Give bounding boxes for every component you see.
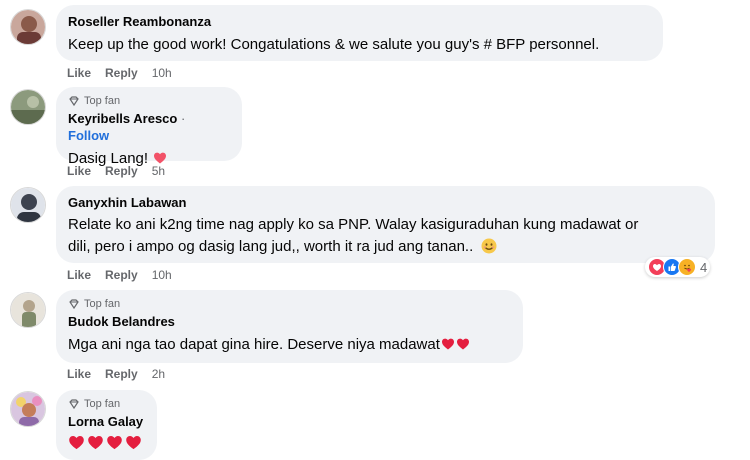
comment-bubble: Top fan Budok Belandres Mga ani nga tao …: [56, 290, 523, 363]
comment-bubble: Ganyxhin Labawan Relate ko ani k2ng time…: [56, 186, 715, 263]
red-heart-icon: [69, 435, 84, 450]
care-icon: [678, 258, 696, 276]
reply-button[interactable]: Reply: [105, 66, 138, 80]
reaction-count: 4: [700, 259, 708, 275]
avatar[interactable]: [10, 187, 46, 223]
red-heart-icon: [88, 435, 103, 450]
author-name[interactable]: Lorna Galay: [68, 414, 143, 429]
avatar[interactable]: [10, 391, 46, 427]
red-heart-icon: [107, 435, 122, 450]
comment-text: [68, 434, 145, 456]
comment-bubble: Top fan Lorna Galay: [56, 390, 157, 460]
timestamp[interactable]: 2h: [152, 367, 165, 381]
separator: ·: [180, 111, 186, 126]
pink-heart-icon: [154, 152, 167, 164]
like-button[interactable]: Like: [67, 268, 91, 282]
red-heart-icon: [456, 338, 469, 350]
timestamp[interactable]: 5h: [152, 164, 165, 178]
like-button[interactable]: Like: [67, 164, 91, 178]
follow-button[interactable]: Follow: [68, 128, 109, 143]
top-fan-badge: Top fan: [68, 298, 511, 310]
author-name[interactable]: Roseller Reambonanza: [68, 14, 211, 29]
diamond-icon: [69, 399, 79, 410]
diamond-icon: [69, 299, 79, 310]
like-button[interactable]: Like: [67, 367, 91, 381]
comment-bubble: Roseller Reambonanza Keep up the good wo…: [56, 5, 663, 61]
timestamp[interactable]: 10h: [152, 268, 172, 282]
author-name[interactable]: Ganyxhin Labawan: [68, 195, 186, 210]
red-heart-icon: [441, 338, 454, 350]
diamond-icon: [69, 96, 79, 107]
red-heart-icon: [126, 435, 141, 450]
reply-button[interactable]: Reply: [105, 268, 138, 282]
comment-bubble: Top fan Keyribells Aresco · Follow Dasig…: [56, 87, 242, 167]
timestamp[interactable]: 10h: [152, 66, 172, 80]
comment-text: Relate ko ani k2ng time nag apply ko sa …: [68, 216, 639, 255]
comment-text: Mga ani nga tao dapat gina hire. Deserve…: [68, 334, 511, 356]
like-button[interactable]: Like: [67, 66, 91, 80]
avatar[interactable]: [10, 292, 46, 328]
comment-text: Keep up the good work! Congatulations & …: [68, 36, 600, 53]
author-name[interactable]: Budok Belandres: [68, 314, 175, 329]
reply-button[interactable]: Reply: [105, 164, 138, 178]
reaction-summary[interactable]: 4: [645, 257, 711, 277]
smiling-face-icon: [481, 238, 497, 254]
author-name[interactable]: Keyribells Aresco: [68, 111, 177, 126]
top-fan-badge: Top fan: [68, 95, 230, 107]
avatar[interactable]: [10, 89, 46, 125]
reply-button[interactable]: Reply: [105, 367, 138, 381]
avatar[interactable]: [10, 9, 46, 45]
top-fan-badge: Top fan: [68, 398, 145, 410]
